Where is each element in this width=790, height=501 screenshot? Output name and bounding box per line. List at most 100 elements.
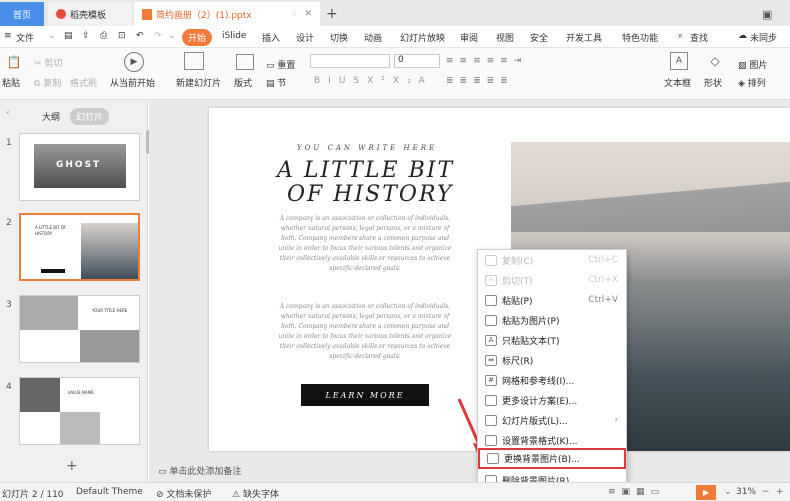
tab-close-icon[interactable]: ✕ [304,9,312,19]
tab-template[interactable]: 稻壳模板 [48,2,132,26]
text-box-button[interactable]: 文本框 [664,76,691,89]
window-menu-icon[interactable]: ▣ [762,2,778,26]
font-size-field[interactable]: 0 [394,54,440,68]
collapse-panel-icon[interactable]: ‹ [6,108,10,118]
menu-find[interactable]: 查找 [690,31,708,44]
change-picture-icon [487,453,499,464]
tab-slides[interactable]: 幻灯片 [70,108,110,125]
new-slide-icon[interactable] [184,52,204,70]
grid-icon: # [485,374,497,386]
picture-button[interactable]: ▨ 图片 [738,58,767,71]
zoom-out-icon[interactable]: − [762,487,770,497]
zoom-dropdown-icon[interactable]: ⌄ [724,487,732,497]
menu-transition[interactable]: 切换 [330,31,348,44]
layout-button[interactable]: 版式 [234,76,252,89]
learn-more-label: LEARN MORE [325,390,405,400]
menu-item-slide-layout[interactable]: 幻灯片版式(L)... › [478,410,626,430]
menu-slideshow[interactable]: 幻灯片放映 [400,31,445,44]
quick-access-dropdown-icon[interactable]: ⌄ [168,31,176,41]
search-icon[interactable]: ⌕ [678,31,683,41]
menu-insert[interactable]: 插入 [262,31,280,44]
ribbon-toolbar: 📋 粘贴 ✂ 剪切 ⧉ 复制 格式刷 ▶ 从当前开始 新建幻灯片 版式 ▭ 重置… [0,48,790,100]
save-icon[interactable]: ▤ [64,31,73,41]
menu-features[interactable]: 特色功能 [622,31,658,44]
sync-status[interactable]: 未同步 [750,31,777,44]
theme-name[interactable]: Default Theme [76,487,143,497]
menu-item-change-background-picture[interactable]: 更换背景图片(B)... [478,448,626,469]
thumb-image [80,330,139,362]
menu-review[interactable]: 审阅 [460,31,478,44]
tab-document[interactable]: 简约画册（2）(1).pptx ♢ ✕ [134,2,320,26]
tab-home[interactable]: 首页 [0,2,44,26]
menu-design[interactable]: 设计 [296,31,314,44]
slide-thumb-1[interactable]: GHOST [19,133,140,201]
copy-button[interactable]: ⧉ 复制 [34,76,61,89]
shape-button[interactable]: 形状 [704,76,722,89]
redo-icon[interactable]: ↷ [154,31,162,41]
thumb-number: 3 [6,300,12,310]
paste-icon[interactable]: 📋 [4,52,24,72]
format-buttons-row[interactable]: BIUSX²X₂A [314,76,433,86]
missing-font[interactable]: ⚠ 缺失字体 [232,487,279,500]
paragraph-buttons-row[interactable]: ≡≡≡≡≡⇥ [446,56,527,66]
mountain-ridge [511,172,790,232]
menu-dropdown-icon[interactable]: ⌄ [48,31,56,41]
view-mode-buttons[interactable]: ≡▣▦▭ [608,487,665,497]
menu-item-paste[interactable]: 粘贴(P) Ctrl+V [478,290,626,310]
menu-item-ruler[interactable]: ⇹ 标尺(R) [478,350,626,370]
zoom-level[interactable]: 31% [736,487,756,497]
new-slide-button[interactable]: 新建幻灯片 [176,76,221,89]
tab-pin-icon[interactable]: ♢ [290,9,298,19]
menu-item-cut[interactable]: ✂ 剪切(T) Ctrl+X [478,270,626,290]
slide-thumb-4[interactable]: VALUE NAME [19,377,140,445]
hamburger-icon[interactable]: ≡ [4,31,12,41]
section-button[interactable]: ▤ 节 [266,76,286,89]
font-name-field[interactable] [310,54,390,68]
wps-logo-icon [56,9,66,19]
section-label: 节 [277,79,287,89]
thumb-number: 4 [6,382,12,392]
menu-file[interactable]: 文件 [16,31,34,44]
cut-label: 剪切 [44,59,63,69]
zoom-in-icon[interactable]: + [776,487,784,497]
slide-kicker: YOU CAN WRITE HERE [297,144,438,152]
print-icon[interactable]: ⎙ [100,31,107,41]
menu-item-paste-text-only[interactable]: A 只粘贴文本(T) [478,330,626,350]
play-slideshow-button[interactable]: ▶ [696,485,716,500]
menu-animation[interactable]: 动画 [364,31,382,44]
format-painter-button[interactable]: 格式刷 [70,76,97,89]
document-protection[interactable]: ⊘ 文档未保护 [156,487,211,500]
menu-developer[interactable]: 开发工具 [566,31,602,44]
menu-item-paste-as-picture[interactable]: 粘贴为图片(P) [478,310,626,330]
menu-item-grid-guides[interactable]: # 网格和参考线(I)... [478,370,626,390]
add-slide-plus-icon[interactable]: + [66,458,78,474]
tab-home-label: 首页 [12,10,31,21]
cut-button[interactable]: ✂ 剪切 [34,56,62,69]
menu-item-shortcut: Ctrl+V [588,295,618,305]
menu-home[interactable]: 开始 [182,29,213,46]
print-preview-icon[interactable]: ⊡ [118,31,126,41]
cloud-sync-icon[interactable]: ☁ [738,31,747,41]
menu-security[interactable]: 安全 [530,31,548,44]
slide-thumb-3[interactable]: YOUR TITLE HERE [19,295,140,363]
alignment-buttons-row[interactable]: ≣≣≣≣≣ [446,76,514,86]
menu-item-more-designs[interactable]: 更多设计方案(E)... [478,390,626,410]
new-tab-plus-icon[interactable]: + [326,2,342,26]
arrange-button[interactable]: ◈ 排列 [738,76,766,89]
tab-outline[interactable]: 大纲 [42,110,60,123]
notes-icon: ▭ [158,467,170,477]
notes-area[interactable]: ▭ 单击此处添加备注 [158,464,241,477]
reset-button[interactable]: ▭ 重置 [266,58,295,71]
paste-button[interactable]: 粘贴 [2,76,20,89]
menu-item-background-format[interactable]: 设置背景格式(K)... [478,430,626,450]
menu-item-label: 只粘贴文本(T) [502,336,560,347]
play-from-current-icon[interactable]: ▶ [124,52,144,72]
menu-islide[interactable]: iSlide [222,31,246,41]
from-current-button[interactable]: 从当前开始 [110,76,155,89]
undo-icon[interactable]: ↶ [136,31,144,41]
status-bar: 幻灯片 2 / 110 Default Theme ⊘ 文档未保护 ⚠ 缺失字体… [0,482,790,501]
export-icon[interactable]: ⇪ [82,31,90,41]
menu-item-copy[interactable]: 复制(C) Ctrl+C [478,250,626,270]
slide-thumb-2[interactable]: A LITTLE BIT OF HISTORY [19,213,140,281]
menu-view[interactable]: 视图 [496,31,514,44]
